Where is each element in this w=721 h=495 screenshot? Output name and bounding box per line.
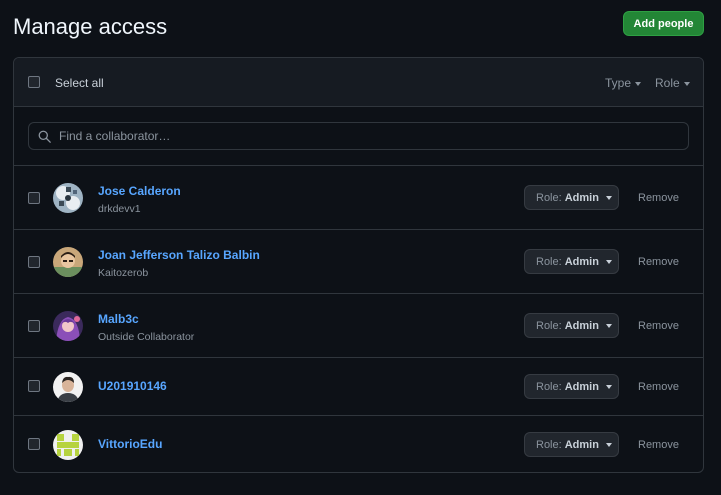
type-filter-dropdown[interactable]: Type	[605, 76, 642, 90]
row-checkbox[interactable]	[28, 192, 40, 204]
cartoon-avatar[interactable]	[53, 247, 83, 277]
panel-header: Select all Type Role	[14, 58, 703, 107]
role-dropdown[interactable]: Role: Admin	[524, 249, 619, 274]
collaborator-username: Kaitozerob	[98, 267, 149, 279]
identicon-avatar[interactable]	[53, 430, 83, 460]
page-title: Manage access	[13, 14, 168, 39]
role-value: Admin	[564, 191, 599, 204]
collaborator-row: Malb3c Outside Collaborator Role: Admin …	[14, 294, 703, 358]
chevron-down-icon	[605, 196, 612, 200]
collaborators-panel: Select all Type Role Find a collaborator…	[13, 57, 704, 473]
row-checkbox[interactable]	[28, 380, 40, 392]
add-people-button[interactable]: Add people	[623, 11, 704, 36]
remove-button[interactable]: Remove	[638, 320, 679, 332]
collaborator-row: Joan Jefferson Talizo Balbin Kaitozerob …	[14, 230, 703, 294]
anime-avatar[interactable]	[53, 311, 83, 341]
collaborator-name[interactable]: Joan Jefferson Talizo Balbin	[98, 248, 260, 262]
collaborator-name[interactable]: Jose Calderon	[98, 184, 181, 198]
row-checkbox[interactable]	[28, 438, 40, 450]
collaborator-name[interactable]: Malb3c	[98, 312, 139, 326]
role-value: Admin	[564, 255, 599, 268]
collaborator-name[interactable]: VittorioEdu	[98, 437, 162, 451]
select-all-label[interactable]: Select all	[55, 76, 104, 90]
chevron-down-icon	[605, 385, 612, 389]
role-dropdown[interactable]: Role: Admin	[524, 313, 619, 338]
role-prefix: Role:	[536, 255, 562, 268]
chevron-down-icon	[605, 443, 612, 447]
role-filter-label: Role	[655, 76, 680, 90]
row-checkbox[interactable]	[28, 256, 40, 268]
role-prefix: Role:	[536, 438, 562, 451]
remove-button[interactable]: Remove	[638, 192, 679, 204]
select-all-checkbox[interactable]	[28, 76, 40, 88]
geometric-pattern-avatar[interactable]	[53, 183, 83, 213]
chevron-down-icon	[605, 260, 612, 264]
type-filter-label: Type	[605, 76, 632, 90]
chevron-down-icon	[635, 81, 642, 86]
row-checkbox[interactable]	[28, 320, 40, 332]
role-dropdown[interactable]: Role: Admin	[524, 432, 619, 457]
collaborator-name[interactable]: U201910146	[98, 379, 167, 393]
remove-button[interactable]: Remove	[638, 381, 679, 393]
role-value: Admin	[564, 438, 599, 451]
remove-button[interactable]: Remove	[638, 439, 679, 451]
search-box[interactable]	[28, 122, 689, 150]
collaborator-username: drkdevv1	[98, 203, 141, 215]
collaborator-row: Jose Calderon drkdevv1 Role: Admin Remov…	[14, 166, 703, 230]
role-dropdown[interactable]: Role: Admin	[524, 185, 619, 210]
role-filter-dropdown[interactable]: Role	[655, 76, 690, 90]
role-value: Admin	[564, 319, 599, 332]
remove-button[interactable]: Remove	[638, 256, 679, 268]
role-value: Admin	[564, 380, 599, 393]
role-prefix: Role:	[536, 191, 562, 204]
collaborator-row: U201910146 Role: Admin Remove	[14, 358, 703, 416]
search-row	[14, 107, 703, 166]
chevron-down-icon	[605, 324, 612, 328]
role-dropdown[interactable]: Role: Admin	[524, 374, 619, 399]
role-prefix: Role:	[536, 319, 562, 332]
chevron-down-icon	[683, 81, 690, 86]
role-prefix: Role:	[536, 380, 562, 393]
collaborator-row: VittorioEdu Role: Admin Remove	[14, 416, 703, 472]
search-icon	[38, 130, 51, 143]
search-input[interactable]	[59, 123, 679, 149]
collaborator-role-type: Outside Collaborator	[98, 331, 195, 343]
photo-avatar[interactable]	[53, 372, 83, 402]
